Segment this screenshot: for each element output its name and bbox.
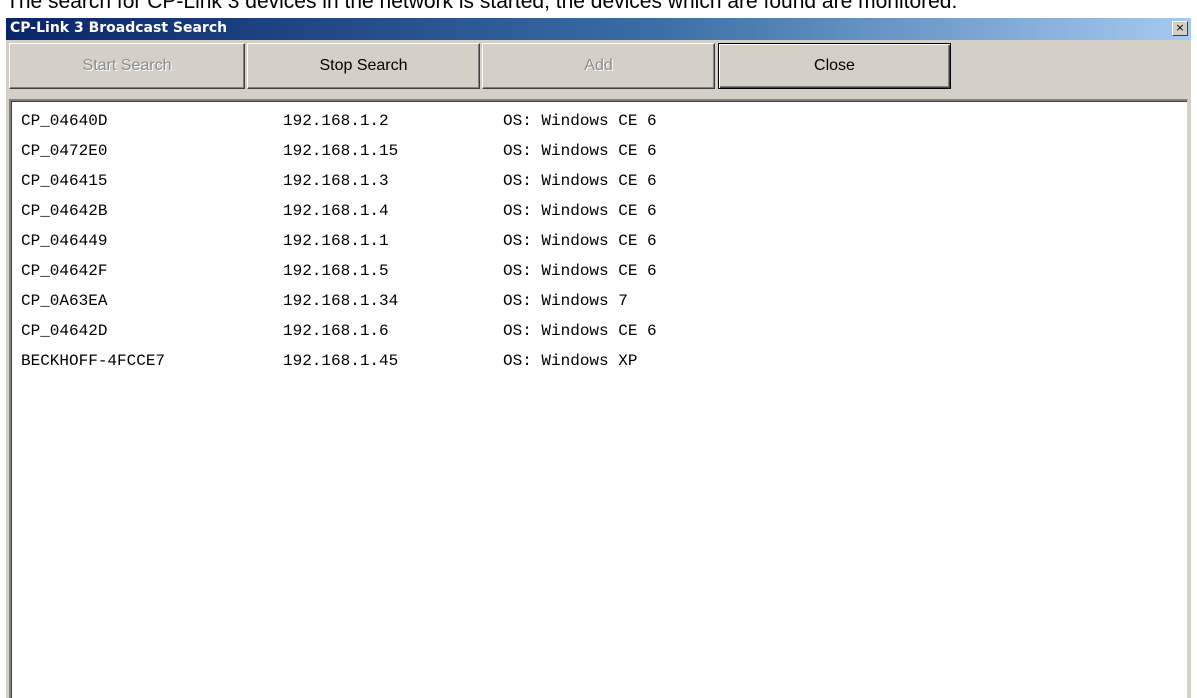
device-list[interactable]: CP_04640D 192.168.1.2 OS: Windows CE 6 CP_0…: [9, 99, 1188, 698]
device-name: CP_04642B: [21, 202, 108, 220]
list-item[interactable]: CP_046449 192.168.1.1 OS: Windows CE 6: [21, 226, 921, 256]
toolbar: Start Search Stop Search Add Close: [6, 40, 1191, 96]
device-os: OS: Windows CE 6: [503, 232, 657, 250]
device-name: BECKHOFF-4FCCE7: [21, 352, 166, 370]
list-item[interactable]: CP_0472E0 192.168.1.15 OS: Windows CE 6: [21, 136, 921, 166]
device-name: CP_046449: [21, 232, 108, 250]
list-item[interactable]: CP_0A63EA 192.168.1.34 OS: Windows 7: [21, 286, 921, 316]
list-item[interactable]: CP_04642B 192.168.1.4 OS: Windows CE 6: [21, 196, 921, 226]
window-title: CP-Link 3 Broadcast Search: [10, 20, 228, 36]
device-ip: 192.168.1.3: [283, 172, 389, 190]
device-ip: 192.168.1.6: [283, 322, 389, 340]
device-os: OS: Windows CE 6: [503, 142, 657, 160]
list-item[interactable]: CP_046415 192.168.1.3 OS: Windows CE 6: [21, 166, 921, 196]
close-icon[interactable]: ×: [1172, 21, 1188, 36]
device-os: OS: Windows CE 6: [503, 112, 657, 130]
device-ip: 192.168.1.2: [283, 112, 389, 130]
device-name: CP_046415: [21, 172, 108, 190]
list-item[interactable]: CP_04642F 192.168.1.5 OS: Windows CE 6: [21, 256, 921, 286]
device-ip: 192.168.1.45: [283, 352, 399, 370]
device-ip: 192.168.1.15: [283, 142, 399, 160]
broadcast-search-dialog: CP-Link 3 Broadcast Search × Start Searc…: [6, 18, 1191, 698]
device-ip: 192.168.1.4: [283, 202, 389, 220]
device-name: CP_0472E0: [21, 142, 108, 160]
device-os: OS: Windows CE 6: [503, 322, 657, 340]
stop-search-button[interactable]: Stop Search: [247, 43, 480, 89]
start-search-button[interactable]: Start Search: [9, 43, 245, 89]
device-os: OS: Windows 7: [503, 292, 628, 310]
device-os: OS: Windows CE 6: [503, 202, 657, 220]
device-os: OS: Windows XP: [503, 352, 638, 370]
device-name: CP_04642F: [21, 262, 108, 280]
list-item[interactable]: CP_04640D 192.168.1.2 OS: Windows CE 6: [21, 106, 921, 136]
device-ip: 192.168.1.34: [283, 292, 399, 310]
title-bar[interactable]: CP-Link 3 Broadcast Search ×: [6, 18, 1191, 40]
close-button[interactable]: Close: [718, 43, 951, 89]
device-name: CP_0A63EA: [21, 292, 108, 310]
device-rows: CP_04640D 192.168.1.2 OS: Windows CE 6 CP_0…: [21, 106, 921, 376]
page-caption-strip: The search for CP-Link 3 devices in the …: [0, 0, 1197, 18]
device-os: OS: Windows CE 6: [503, 262, 657, 280]
list-item[interactable]: BECKHOFF-4FCCE7 192.168.1.45 OS: Windows X…: [21, 346, 921, 376]
list-item[interactable]: CP_04642D 192.168.1.6 OS: Windows CE 6: [21, 316, 921, 346]
device-name: CP_04640D: [21, 112, 108, 130]
device-os: OS: Windows CE 6: [503, 172, 657, 190]
device-name: CP_04642D: [21, 322, 108, 340]
page-caption: The search for CP-Link 3 devices in the …: [6, 0, 958, 13]
device-ip: 192.168.1.1: [283, 232, 389, 250]
device-ip: 192.168.1.5: [283, 262, 389, 280]
add-button[interactable]: Add: [482, 43, 715, 89]
